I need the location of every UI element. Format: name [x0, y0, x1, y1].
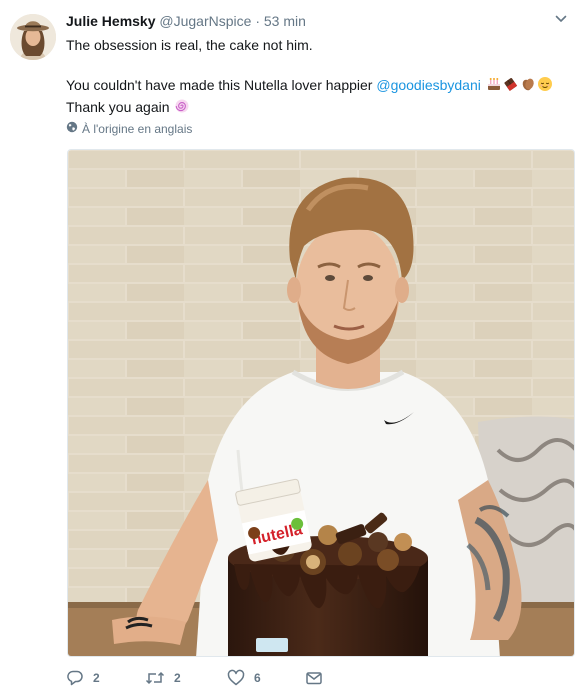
tweet-line-2-text: You couldn't have made this Nutella love… [66, 77, 377, 93]
reply-icon [66, 669, 84, 687]
user-handle[interactable]: @JugarNspice [159, 13, 251, 29]
tweet-text: The obsession is real, the cake not him.… [66, 35, 568, 119]
tweet-header: Julie Hemsky @JugarNspice · 53 min [66, 12, 542, 30]
tweet-actions: 2 2 6 [66, 668, 568, 688]
tweet-line-1: The obsession is real, the cake not him. [66, 37, 313, 53]
tweet[interactable]: Julie Hemsky @JugarNspice · 53 min The o… [0, 0, 582, 693]
user-name[interactable]: Julie Hemsky [66, 13, 156, 29]
clapping-hands-icon [520, 76, 536, 97]
reply-count: 2 [93, 671, 100, 685]
direct-message-button[interactable] [305, 669, 323, 687]
mention-link[interactable]: @goodiesbydani [376, 77, 481, 93]
retweet-count: 2 [174, 671, 181, 685]
timestamp[interactable]: 53 min [264, 13, 306, 29]
translation-note[interactable]: À l'origine en anglais [66, 121, 192, 137]
birthday-cake-icon [486, 76, 502, 97]
reply-button[interactable]: 2 [66, 669, 145, 687]
tweet-line-2: You couldn't have made this Nutella love… [66, 75, 568, 97]
tweet-line-3-text: Thank you again [66, 99, 170, 115]
separator: · [255, 13, 260, 29]
avatar[interactable] [10, 14, 56, 60]
like-button[interactable]: 6 [227, 669, 305, 687]
retweet-icon [145, 669, 165, 687]
chocolate-bar-icon [503, 76, 519, 97]
envelope-icon [305, 669, 323, 687]
heart-icon [227, 669, 245, 687]
globe-icon [66, 121, 78, 137]
tweet-line-3: Thank you again [66, 97, 568, 119]
chevron-down-icon[interactable] [554, 12, 568, 26]
tweet-line-blank [66, 55, 568, 75]
tweet-photo[interactable]: nutella [67, 149, 575, 657]
relieved-face-icon [537, 76, 553, 97]
cyclone-icon [174, 98, 190, 119]
retweet-button[interactable]: 2 [145, 669, 227, 687]
like-count: 6 [254, 671, 261, 685]
translation-label: À l'origine en anglais [82, 122, 193, 136]
